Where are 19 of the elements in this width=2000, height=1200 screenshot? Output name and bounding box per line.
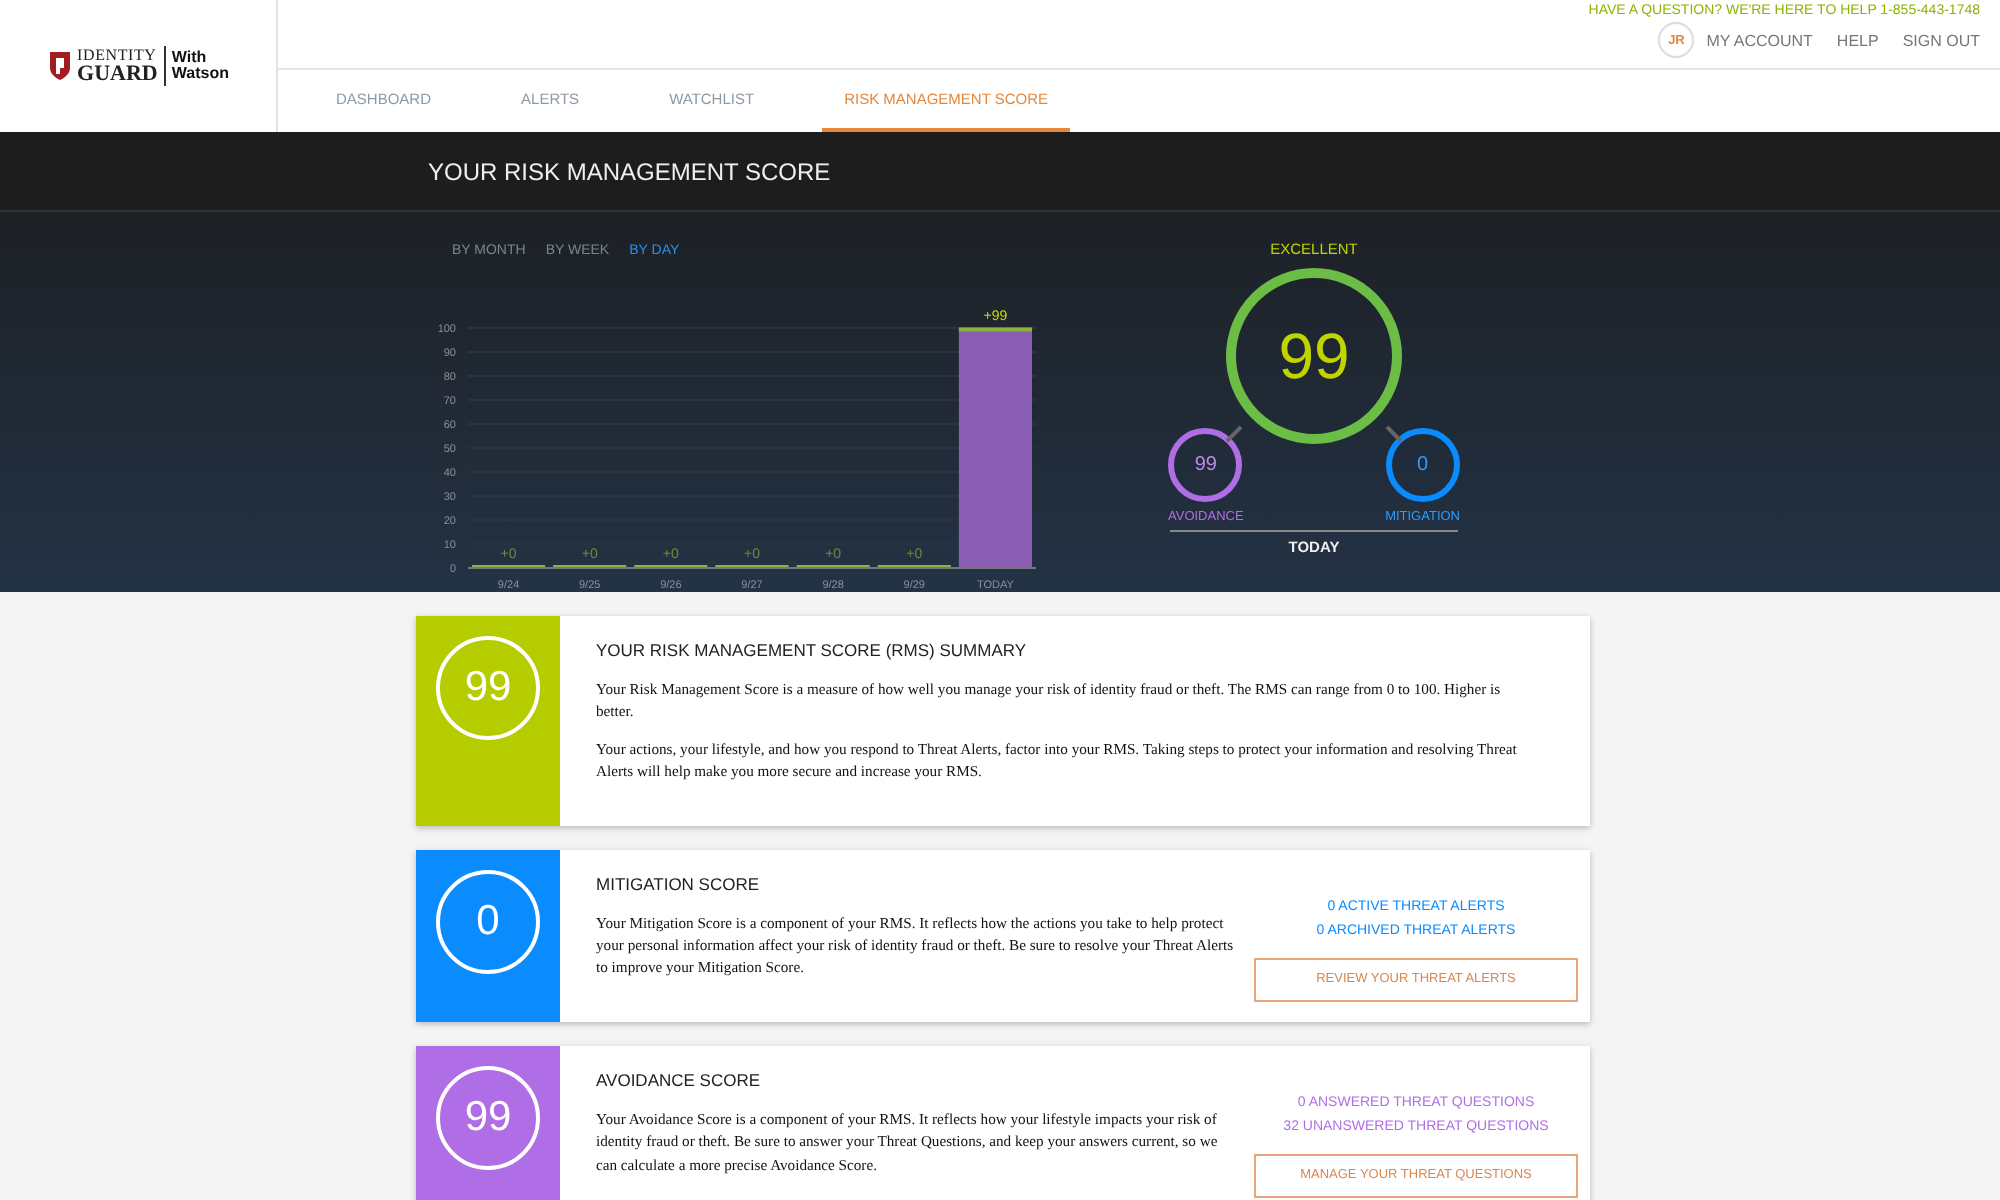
score-ring: 99 bbox=[1226, 268, 1402, 444]
mitigation-ring: 0 bbox=[1385, 428, 1460, 502]
account-link[interactable]: HELP bbox=[1836, 31, 1879, 49]
brand-name: GUARD bbox=[77, 63, 158, 85]
shield-logo-icon bbox=[47, 50, 72, 82]
account-link[interactable]: MY ACCOUNT bbox=[1706, 31, 1813, 49]
partner-name: Watson bbox=[171, 66, 229, 82]
partner-name: With bbox=[171, 50, 209, 66]
page-title: YOUR RISK MANAGEMENT SCORE bbox=[428, 158, 831, 186]
score-ring: 0 bbox=[436, 869, 540, 974]
card-title: YOUR RISK MANAGEMENT SCORE (RMS) SUMMARY bbox=[596, 640, 1029, 660]
brand-name: IDENTITY bbox=[77, 47, 158, 64]
card-title: AVOIDANCE SCORE bbox=[596, 1069, 763, 1090]
card-title: MITIGATION SCORE bbox=[596, 873, 762, 894]
score-ring: 99 bbox=[436, 636, 540, 740]
bar-cap-drawing bbox=[958, 327, 1032, 332]
account-link[interactable]: SIGN OUT bbox=[1902, 31, 1980, 49]
avoidance-ring: 99 bbox=[1168, 428, 1243, 502]
score-ring: 99 bbox=[436, 1065, 540, 1170]
